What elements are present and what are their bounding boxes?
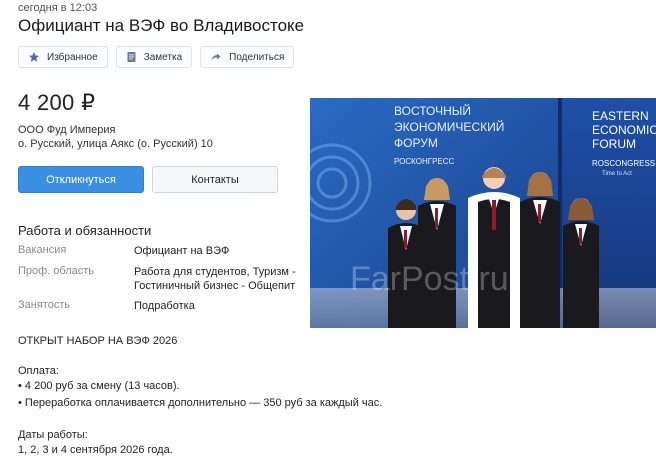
banner-sub-ru: РОСКОНГРЕСС bbox=[394, 157, 455, 166]
dates-title: Даты работы: bbox=[18, 429, 88, 441]
description-headline: ОТКРЫТ НАБОР НА ВЭФ 2026 bbox=[18, 335, 178, 347]
page-title: Официант на ВЭФ во Владивостоке bbox=[18, 16, 305, 35]
row-value-prof-area: Работа для студентов, Туризм - Гостиничн… bbox=[134, 266, 296, 292]
dates-value: 1, 2, 3 и 4 сентября 2026 года. bbox=[18, 444, 173, 456]
pay-title: Оплата: bbox=[18, 365, 59, 377]
share-label: Поделиться bbox=[229, 51, 285, 63]
note-label: Заметка bbox=[143, 51, 183, 63]
pay-line: • 4 200 руб за смену (13 часов). bbox=[18, 380, 180, 392]
section-title: Работа и обязанности bbox=[18, 223, 152, 238]
row-value-employment: Подработка bbox=[134, 300, 195, 312]
pay-line: • Переработка оплачивается дополнительно… bbox=[18, 397, 383, 409]
share-button[interactable]: Поделиться bbox=[200, 46, 295, 68]
watermark: FarPost.ru bbox=[350, 260, 509, 298]
note-button[interactable]: Заметка bbox=[115, 46, 193, 68]
share-arrow-icon bbox=[211, 53, 221, 61]
listing-photo[interactable]: ВОСТОЧНЫЙ ЭКОНОМИЧЕСКИЙ ФОРУМ РОСКОНГРЕС… bbox=[310, 98, 656, 328]
banner-sub2-en: Time to Act bbox=[602, 171, 632, 177]
price: 4 200 ₽ bbox=[18, 90, 96, 115]
note-icon bbox=[127, 52, 136, 62]
row-label-employment: Занятость bbox=[18, 299, 71, 311]
address: о. Русский, улица Аякс (о. Русский) 10 bbox=[18, 138, 213, 150]
banner-text-ru: ЭКОНОМИЧЕСКИЙ bbox=[394, 119, 504, 134]
banner-text-en: EASTERN bbox=[592, 109, 649, 123]
banner-text-en: ECONOMIC bbox=[592, 123, 656, 137]
event-photo-illustration: ВОСТОЧНЫЙ ЭКОНОМИЧЕСКИЙ ФОРУМ РОСКОНГРЕС… bbox=[310, 98, 656, 328]
posted-date: сегодня в 12:03 bbox=[18, 2, 98, 14]
banner-text-ru: ВОСТОЧНЫЙ bbox=[394, 103, 471, 118]
row-label-prof-area: Проф. область bbox=[18, 265, 95, 277]
row-label-vacancy: Вакансия bbox=[18, 244, 67, 256]
row-value-vacancy: Официант на ВЭФ bbox=[134, 245, 230, 257]
star-icon bbox=[29, 52, 39, 62]
banner-text-ru: ФОРУМ bbox=[394, 136, 438, 150]
contacts-button[interactable]: Контакты bbox=[152, 166, 278, 193]
favorite-button[interactable]: Избранное bbox=[18, 46, 108, 68]
banner-text-en: FORUM bbox=[592, 137, 636, 151]
action-bar: Избранное Заметка Поделиться bbox=[18, 46, 295, 68]
favorite-label: Избранное bbox=[47, 51, 98, 63]
company-link[interactable]: ООО Фуд Империя bbox=[18, 124, 115, 136]
respond-button[interactable]: Откликнуться bbox=[18, 166, 144, 193]
banner-sub-en: ROSCONGRESS bbox=[592, 159, 655, 168]
